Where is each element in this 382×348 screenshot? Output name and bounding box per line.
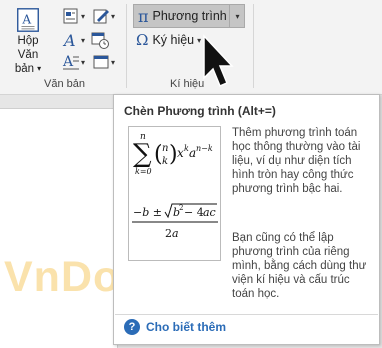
signature-line-button[interactable]: ▾	[88, 6, 118, 26]
calendar-clock-icon	[91, 32, 109, 49]
svg-text:n: n	[162, 143, 168, 154]
chevron-down-icon: ▾	[80, 35, 85, 45]
chevron-down-icon: ▾	[110, 57, 115, 67]
tooltip-description: Thêm phương trình toán học thông thường …	[232, 127, 361, 195]
object-button[interactable]: ▾	[88, 52, 118, 72]
equation-label: Phương trình	[152, 9, 227, 23]
svg-text:k=0: k=0	[135, 167, 152, 176]
pi-icon: π	[138, 6, 149, 26]
object-icon	[93, 55, 109, 69]
tell-me-more-link[interactable]: ? Cho biết thêm	[124, 319, 226, 335]
svg-text:2: 2	[165, 227, 172, 240]
svg-text:a: a	[172, 227, 179, 240]
date-time-button[interactable]	[88, 30, 112, 50]
symbol-label: Ký hiệu	[152, 33, 195, 47]
equation-preview-image: n ∑ k=0 ( n k ) x k a n−k −b ± b 2 − 4 a…	[128, 126, 221, 261]
drop-cap-button[interactable]: A ▾	[58, 52, 88, 72]
text-box-icon: A	[17, 8, 39, 32]
tell-me-more-label: Cho biết thêm	[146, 320, 226, 334]
svg-text:−b ±: −b ±	[133, 206, 162, 219]
chevron-down-icon: ▾	[235, 11, 240, 21]
svg-text:∑: ∑	[133, 139, 152, 169]
mouse-pointer-icon	[203, 34, 234, 87]
tooltip-divider	[115, 314, 378, 315]
wordart-icon: A	[62, 31, 76, 50]
svg-text:x: x	[177, 146, 184, 160]
ribbon: A Hộp Văn bản ▾ ▾ ▾ A ▾ A ▾ ▾ Văn bản π …	[0, 0, 382, 95]
symbol-button[interactable]: Ω Ký hiệu ▾	[136, 30, 201, 50]
text-group-label: Văn bản	[44, 78, 85, 90]
svg-text:k: k	[162, 156, 168, 167]
signature-line-icon	[93, 9, 109, 24]
quick-parts-button[interactable]: ▾	[58, 6, 88, 26]
equation-preview-icon: n ∑ k=0 ( n k ) x k a n−k −b ± b 2 − 4 a…	[132, 132, 218, 240]
chevron-down-icon: ▾	[110, 11, 115, 21]
wordart-button[interactable]: A ▾	[58, 30, 88, 50]
text-box-label-line1: Hộp Văn	[17, 35, 39, 61]
equation-dropdown-button[interactable]: ▾	[229, 4, 245, 28]
omega-icon: Ω	[136, 31, 149, 49]
group-separator	[126, 4, 127, 88]
chevron-down-icon: ▾	[80, 57, 85, 67]
drop-cap-icon: A	[62, 54, 79, 70]
chevron-down-icon: ▾	[37, 64, 42, 73]
svg-text:A: A	[21, 13, 31, 27]
group-separator	[253, 4, 254, 88]
svg-text:A: A	[62, 54, 74, 70]
text-box-button[interactable]: A Hộp Văn bản ▾	[6, 6, 50, 76]
document-page[interactable]	[0, 108, 118, 348]
svg-text:− 4: − 4	[184, 206, 204, 219]
text-box-label-line2: bản	[14, 63, 35, 75]
svg-text:A: A	[62, 31, 76, 50]
equation-tooltip: Chèn Phương trình (Alt+=) n ∑ k=0 ( n k …	[113, 94, 380, 345]
tooltip-description-extra: Bạn cũng có thể lập phương trình của riê…	[232, 232, 367, 300]
svg-text:2: 2	[179, 204, 183, 212]
svg-text:n−k: n−k	[196, 144, 213, 153]
help-icon: ?	[124, 319, 140, 335]
chevron-down-icon: ▾	[80, 11, 85, 21]
tooltip-title: Chèn Phương trình (Alt+=)	[124, 104, 276, 118]
svg-text:ac: ac	[203, 206, 216, 219]
quick-parts-icon	[63, 8, 78, 24]
